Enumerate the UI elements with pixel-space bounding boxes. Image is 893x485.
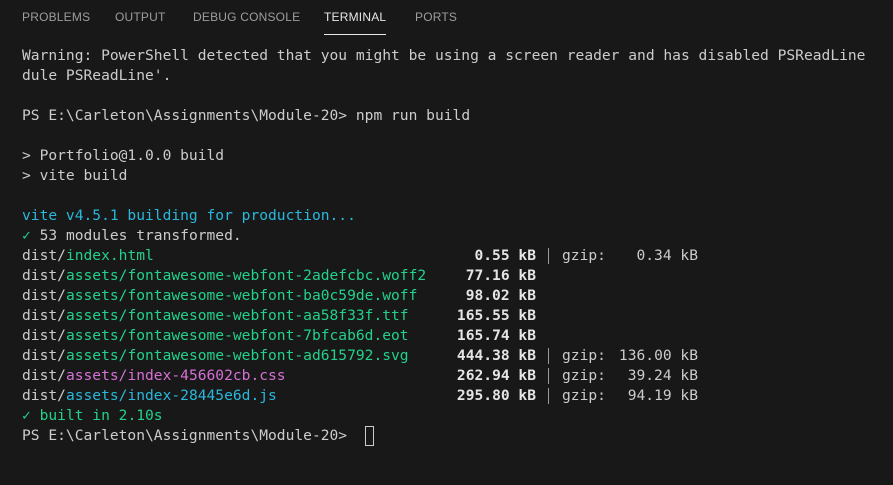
gzip-size: 39.24 kB bbox=[627, 367, 698, 384]
build-output-row: dist/assets/fontawesome-webfont-ba0c59de… bbox=[22, 286, 417, 306]
tab-debug-console[interactable]: DEBUG CONSOLE bbox=[193, 10, 300, 24]
tab-problems[interactable]: PROBLEMS bbox=[22, 10, 90, 24]
vite-build-line: > vite build bbox=[22, 167, 128, 184]
output-file-size: 0.55 kB bbox=[474, 247, 536, 264]
output-dir: dist/ bbox=[22, 247, 66, 264]
tab-terminal[interactable]: TERMINAL bbox=[324, 10, 386, 24]
check-icon: ✓ bbox=[22, 227, 31, 244]
warning-line-2: dule PSReadLine'. bbox=[22, 67, 172, 84]
gzip-label: gzip: bbox=[562, 367, 606, 384]
gzip-size: 136.00 kB bbox=[618, 347, 698, 364]
command-line: PS E:\Carleton\Assignments\Module-20> np… bbox=[22, 106, 470, 126]
output-file-path: assets/fontawesome-webfont-ba0c59de.woff bbox=[65, 287, 418, 304]
tab-output[interactable]: OUTPUT bbox=[115, 10, 166, 24]
column-separator bbox=[548, 348, 549, 364]
output-file-path: assets/index-28445e6d.js bbox=[65, 387, 277, 404]
build-output-row: dist/assets/fontawesome-webfont-2adefcbc… bbox=[22, 266, 426, 286]
output-file-size: 444.38 kB bbox=[456, 347, 536, 364]
gzip-label: gzip: bbox=[562, 247, 606, 264]
terminal-output[interactable]: Warning: PowerShell detected that you mi… bbox=[0, 36, 893, 485]
output-file-path: assets/index-456602cb.css bbox=[65, 367, 286, 384]
check-icon: ✓ bbox=[22, 407, 31, 424]
column-separator bbox=[548, 368, 549, 384]
column-separator bbox=[548, 388, 549, 404]
shell-prompt: PS E:\Carleton\Assignments\Module-20> bbox=[22, 107, 348, 124]
output-file-path: assets/fontawesome-webfont-7bfcab6d.eot bbox=[65, 327, 409, 344]
output-file-path: assets/fontawesome-webfont-ad615792.svg bbox=[65, 347, 409, 364]
vite-status-line: vite v4.5.1 building for production... bbox=[22, 207, 356, 224]
output-file-path: index.html bbox=[65, 247, 154, 264]
output-dir: dist/ bbox=[22, 387, 66, 404]
built-line: ✓ built in 2.10s bbox=[22, 406, 163, 426]
gzip-label: gzip: bbox=[562, 387, 606, 404]
output-dir: dist/ bbox=[22, 327, 66, 344]
build-output-row: dist/assets/fontawesome-webfont-aa58f33f… bbox=[22, 306, 409, 326]
build-output-row: dist/assets/index-456602cb.css bbox=[22, 366, 286, 386]
gzip-label: gzip: bbox=[562, 347, 606, 364]
output-file-path: assets/fontawesome-webfont-2adefcbc.woff… bbox=[65, 267, 427, 284]
npm-script-line: > Portfolio@1.0.0 build bbox=[22, 147, 225, 164]
terminal-cursor bbox=[365, 426, 374, 446]
panel-tab-bar: PROBLEMS OUTPUT DEBUG CONSOLE TERMINAL P… bbox=[0, 0, 893, 36]
output-file-size: 98.02 kB bbox=[465, 287, 536, 304]
output-file-size: 165.74 kB bbox=[456, 327, 536, 344]
output-file-size: 77.16 kB bbox=[465, 267, 536, 284]
column-separator bbox=[548, 248, 549, 264]
gzip-size: 94.19 kB bbox=[627, 387, 698, 404]
active-tab-indicator bbox=[324, 34, 386, 35]
output-dir: dist/ bbox=[22, 267, 66, 284]
output-file-size: 295.80 kB bbox=[456, 387, 536, 404]
modules-transformed-line: ✓ 53 modules transformed. bbox=[22, 226, 242, 246]
output-dir: dist/ bbox=[22, 347, 66, 364]
output-dir: dist/ bbox=[22, 307, 66, 324]
final-prompt-line: PS E:\Carleton\Assignments\Module-20> bbox=[22, 426, 347, 446]
built-time-text: built in 2.10s bbox=[30, 407, 163, 424]
shell-prompt: PS E:\Carleton\Assignments\Module-20> bbox=[22, 427, 348, 444]
command-text: npm run build bbox=[347, 107, 471, 124]
build-output-row: dist/assets/fontawesome-webfont-ad615792… bbox=[22, 346, 409, 366]
gzip-size: 0.34 kB bbox=[636, 247, 698, 264]
build-output-row: dist/index.html bbox=[22, 246, 154, 266]
output-file-path: assets/fontawesome-webfont-aa58f33f.ttf bbox=[65, 307, 409, 324]
output-file-size: 262.94 kB bbox=[456, 367, 536, 384]
output-file-size: 165.55 kB bbox=[456, 307, 536, 324]
output-dir: dist/ bbox=[22, 287, 66, 304]
build-output-row: dist/assets/index-28445e6d.js bbox=[22, 386, 277, 406]
output-dir: dist/ bbox=[22, 367, 66, 384]
tab-ports[interactable]: PORTS bbox=[415, 10, 457, 24]
warning-line-1: Warning: PowerShell detected that you mi… bbox=[22, 47, 866, 64]
build-output-row: dist/assets/fontawesome-webfont-7bfcab6d… bbox=[22, 326, 409, 346]
modules-transformed-text: 53 modules transformed. bbox=[30, 227, 242, 244]
